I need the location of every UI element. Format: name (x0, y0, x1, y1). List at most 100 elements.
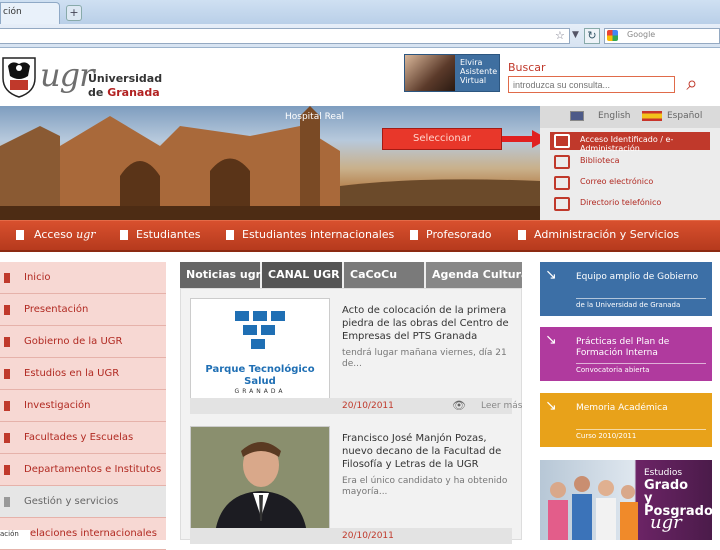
assistant-label: Elvira Asistente Virtual (460, 58, 500, 85)
menu-label: Investigación (24, 400, 91, 411)
browser-tab[interactable]: ción (0, 2, 60, 24)
box-title: Equipo amplio de Gobierno (576, 272, 699, 282)
language-spanish[interactable]: Español (667, 111, 702, 121)
university-shield-icon (2, 57, 36, 98)
status-bar: ación (0, 530, 30, 540)
quick-link-login[interactable]: Acceso Identificado / e-Administración (550, 132, 710, 153)
nav-arrow-icon (120, 230, 128, 240)
arrow-down-right-icon: ↘ (545, 398, 557, 414)
bullet-icon (4, 273, 10, 283)
nav-item-administracion[interactable]: Administración y Servicios (534, 228, 679, 241)
menu-label: elaciones internacionales (30, 528, 157, 539)
eye-icon: 👁 (452, 399, 466, 412)
left-menu-item[interactable]: Inicio (0, 262, 166, 294)
bullet-icon (4, 465, 10, 475)
box-equipo-gobierno[interactable]: ↘ Equipo amplio de Gobierno de la Universi… (540, 262, 712, 316)
address-field[interactable] (0, 28, 570, 44)
uk-flag-icon[interactable] (570, 111, 584, 121)
bullet-icon (4, 497, 10, 507)
city-name: Granada (107, 86, 160, 99)
hero-caption: Hospital Real (285, 112, 344, 122)
nav-item-estudiantes[interactable]: Estudiantes (136, 228, 201, 241)
box-practicas[interactable]: ↘ Prácticas del Plan de Formación Interna… (540, 327, 712, 381)
ugr-logo[interactable]: ugr (40, 56, 94, 94)
news-date: 20/10/2011 (342, 401, 394, 411)
spain-flag-icon[interactable] (642, 111, 662, 121)
hospital-real-photo (0, 106, 540, 220)
assistant-avatar (405, 55, 455, 91)
box-memoria-academica[interactable]: ↘ Memoria Académica Curso 2010/2011 (540, 393, 712, 447)
news-image-pts[interactable]: Parque Tecnológico Salud GRANADA (190, 298, 330, 406)
left-menu-item[interactable]: Gobierno de la UGR (0, 326, 166, 358)
nav-item-estudiantes-internacionales[interactable]: Estudiantes internacionales (242, 228, 394, 241)
bullet-icon (4, 337, 10, 347)
quick-link-mail[interactable]: Correo electrónico (550, 174, 710, 192)
box-title: Memoria Académica (576, 403, 668, 413)
select-button[interactable]: Seleccionar (382, 128, 502, 150)
box-subtitle: Convocatoria abierta (576, 363, 706, 374)
language-english[interactable]: English (598, 111, 631, 121)
university-name: Universidad (88, 72, 163, 85)
person-photo (191, 427, 329, 533)
nav-label: Acceso (34, 228, 73, 241)
quick-link-directory[interactable]: Directorio telefónico (550, 195, 710, 213)
menu-label: Presentación (24, 304, 89, 315)
reload-button[interactable]: ↻ (584, 28, 600, 44)
university-prefix: de (88, 86, 104, 99)
menu-label: Facultades y Escuelas (24, 432, 134, 443)
assistant-name: Elvira (460, 58, 483, 67)
promo-line1: Estudios (644, 468, 683, 478)
menu-label: Inicio (24, 272, 51, 283)
nav-arrow-icon (518, 230, 526, 240)
quick-link-label: Directorio telefónico (580, 198, 662, 207)
bullet-icon (4, 305, 10, 315)
arrow-down-right-icon: ↘ (545, 267, 557, 283)
left-menu-item[interactable]: Investigación (0, 390, 166, 422)
login-icon (554, 134, 570, 148)
nav-arrow-icon (16, 230, 24, 240)
university-city: de Granada (88, 86, 160, 99)
mail-icon (554, 176, 570, 190)
box-title: Prácticas del Plan de Formación Interna (576, 337, 670, 358)
tab-agenda-cultural[interactable]: Agenda Cultural (426, 262, 532, 288)
star-icon[interactable]: ☆ (555, 29, 565, 42)
tab-title: ción (3, 7, 22, 17)
nav-arrow-icon (226, 230, 234, 240)
bullet-icon (4, 401, 10, 411)
promo-line2: Grado (644, 478, 689, 493)
pts-logo-text: Parque Tecnológico Salud (205, 364, 315, 387)
new-tab-button[interactable]: + (66, 5, 82, 21)
search-label: Buscar (508, 61, 546, 74)
news-title[interactable]: Francisco José Manjón Pozas, nuevo decan… (342, 432, 512, 471)
news-image-portrait[interactable] (190, 426, 330, 534)
site-search-input[interactable] (508, 76, 675, 93)
tab-canal-ugr[interactable]: CANAL UGR (262, 262, 342, 288)
quick-link-label: Correo electrónico (580, 177, 654, 186)
tab-noticias[interactable]: Noticias ugr (180, 262, 261, 288)
quick-link-library[interactable]: Biblioteca (550, 153, 710, 171)
quick-link-label: Acceso Identificado / e-Administración (580, 135, 674, 153)
left-menu-item[interactable]: Departamentos e Institutos (0, 454, 166, 486)
arrow-down-right-icon: ↘ (545, 332, 557, 348)
menu-label: Departamentos e Institutos (24, 464, 162, 475)
search-button[interactable]: ⌕ (678, 70, 706, 98)
left-menu-item[interactable]: Presentación (0, 294, 166, 326)
tab-cacocu[interactable]: CaCoCu (344, 262, 424, 288)
left-menu-item[interactable]: Facultades y Escuelas (0, 422, 166, 454)
students-photo (548, 476, 638, 540)
read-more-link[interactable]: Leer más (481, 401, 522, 411)
left-menu-item[interactable]: Estudios en la UGR (0, 358, 166, 390)
assistant-sub2: Virtual (460, 76, 487, 85)
box-subtitle: Curso 2010/2011 (576, 429, 706, 440)
phone-icon (554, 197, 570, 211)
news-title[interactable]: Acto de colocación de la primera piedra … (342, 304, 512, 343)
nav-item-profesorado[interactable]: Profesorado (426, 228, 492, 241)
promo-text: Estudios Grado y Posgrado (644, 468, 714, 518)
left-menu-item-active[interactable]: Gestión y servicios (0, 486, 166, 518)
browser-search-field[interactable]: Google (604, 28, 720, 44)
pts-logo-sub: GRANADA (234, 388, 286, 395)
nav-item-acceso[interactable]: Acceso ugr (34, 228, 96, 241)
chevron-down-icon[interactable]: ▼ (572, 30, 579, 40)
quick-link-label: Biblioteca (580, 156, 620, 165)
browser-tab-bar (0, 0, 720, 24)
